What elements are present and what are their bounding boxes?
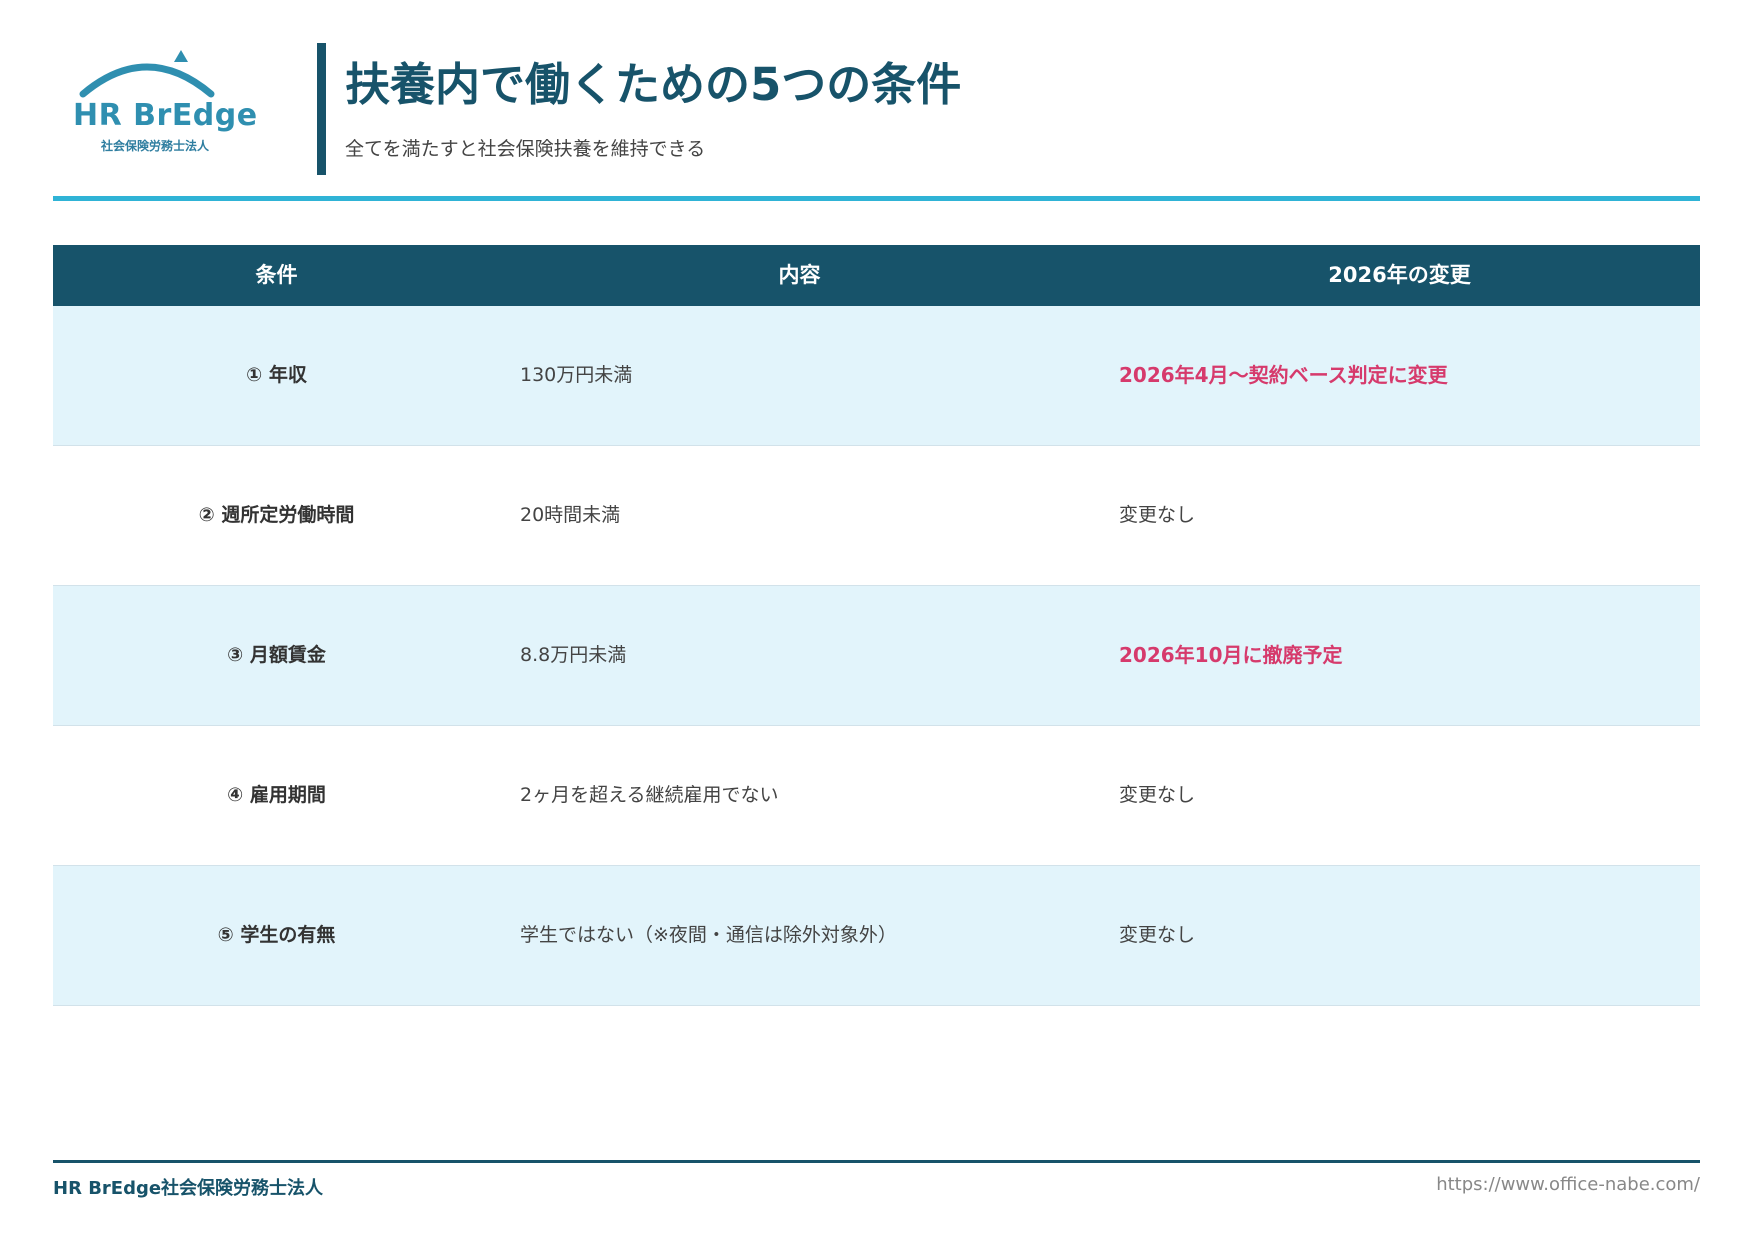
column-header-condition: 条件 [255, 263, 298, 287]
title-accent-bar [317, 43, 326, 175]
logo-subtext: 社会保険労務士法人 [101, 139, 210, 153]
table-header-row: 条件 内容 2026年の変更 [53, 245, 1700, 306]
footer-divider [53, 1160, 1700, 1163]
table-row: ④ 雇用期間 2ヶ月を超える継続雇用でない 変更なし [53, 726, 1700, 866]
footer-company-name: HR BrEdge社会保険労務士法人 [53, 1178, 324, 1199]
page-header: HR BrEdge 社会保険労務士法人 扶養内で働くための5つの条件 全てを満た… [53, 40, 1700, 200]
change-cell: 変更なし [1119, 784, 1196, 806]
bridge-arch-icon [79, 50, 215, 98]
logo-text: HR BrEdge [73, 98, 258, 133]
table-row: ② 週所定労働時間 20時間未満 変更なし [53, 446, 1700, 586]
column-header-content: 内容 [778, 263, 821, 287]
conditions-table: 条件 内容 2026年の変更 ① 年収 130万円未満 2026年4月〜契約ベー… [53, 245, 1700, 1006]
content-cell: 学生ではない（※夜間・通信は除外対象外） [520, 924, 897, 946]
condition-cell: ③ 月額賃金 [227, 644, 326, 666]
condition-cell: ② 週所定労働時間 [198, 504, 355, 526]
header-divider [53, 196, 1700, 201]
footer-url-link[interactable]: https://www.office-nabe.com/ [1436, 1174, 1700, 1195]
condition-cell: ④ 雇用期間 [227, 784, 326, 806]
content-cell: 8.8万円未満 [520, 644, 627, 666]
content-cell: 130万円未満 [520, 364, 633, 386]
table-row: ① 年収 130万円未満 2026年4月〜契約ベース判定に変更 [53, 306, 1700, 446]
table-row: ③ 月額賃金 8.8万円未満 2026年10月に撤廃予定 [53, 586, 1700, 726]
company-logo[interactable]: HR BrEdge 社会保険労務士法人 [53, 46, 257, 156]
change-cell: 2026年4月〜契約ベース判定に変更 [1119, 363, 1448, 387]
page-title: 扶養内で働くための5つの条件 [345, 58, 962, 111]
page-subtitle: 全てを満たすと社会保険扶養を維持できる [345, 138, 706, 160]
table-row: ⑤ 学生の有無 学生ではない（※夜間・通信は除外対象外） 変更なし [53, 866, 1700, 1006]
content-cell: 2ヶ月を超える継続雇用でない [520, 784, 779, 806]
condition-cell: ① 年収 [246, 364, 307, 386]
change-cell: 変更なし [1119, 504, 1196, 526]
condition-cell: ⑤ 学生の有無 [217, 924, 336, 946]
content-cell: 20時間未満 [520, 504, 621, 526]
change-cell: 2026年10月に撤廃予定 [1119, 643, 1343, 667]
change-cell: 変更なし [1119, 924, 1196, 946]
column-header-change: 2026年の変更 [1328, 263, 1471, 287]
